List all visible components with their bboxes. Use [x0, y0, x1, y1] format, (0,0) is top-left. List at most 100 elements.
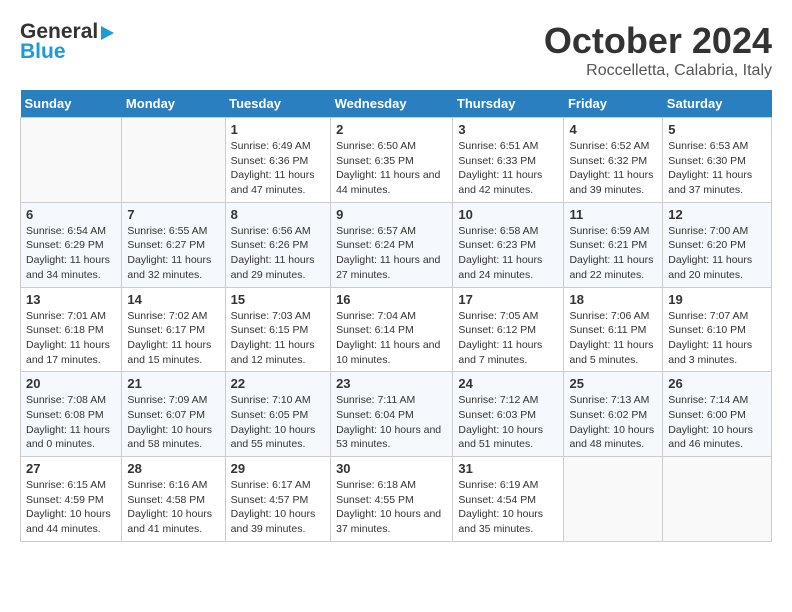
table-row: 1Sunrise: 6:49 AM Sunset: 6:36 PM Daylig…	[225, 118, 330, 203]
day-number: 11	[569, 207, 657, 222]
day-number: 2	[336, 122, 447, 137]
col-monday: Monday	[122, 90, 225, 118]
table-row	[122, 118, 225, 203]
table-row: 26 Sunrise: 7:14 AM Sunset: 6:00 PM Dayli…	[663, 372, 772, 457]
day-info: Sunrise: 7:09 AM Sunset: 6:07 PM Dayligh…	[127, 393, 219, 452]
col-wednesday: Wednesday	[331, 90, 453, 118]
month-title: October 2024	[544, 20, 772, 62]
day-info: Sunrise: 7:12 AM Sunset: 6:03 PM Dayligh…	[458, 393, 558, 452]
day-number: 26	[668, 376, 766, 391]
day-info: Sunrise: 7:00 AM Sunset: 6:20 PM Dayligh…	[668, 224, 766, 283]
table-row: 13Sunrise: 7:01 AM Sunset: 6:18 PM Dayli…	[21, 287, 122, 372]
location: Roccelletta, Calabria, Italy	[544, 62, 772, 80]
day-number: 22	[231, 376, 325, 391]
table-row: 23 Sunrise: 7:11 AM Sunset: 6:04 PM Dayli…	[331, 372, 453, 457]
col-sunday: Sunday	[21, 90, 122, 118]
table-row: 28 Sunrise: 6:16 AM Sunset: 4:58 PM Dayli…	[122, 457, 225, 542]
day-info: Sunrise: 7:05 AM Sunset: 6:12 PM Dayligh…	[458, 309, 558, 368]
table-row: 27 Sunrise: 6:15 AM Sunset: 4:59 PM Dayli…	[21, 457, 122, 542]
day-info: Sunrise: 7:06 AM Sunset: 6:11 PM Dayligh…	[569, 309, 657, 368]
day-info: Sunrise: 6:50 AM Sunset: 6:35 PM Dayligh…	[336, 139, 447, 198]
table-row	[21, 118, 122, 203]
day-info: Sunrise: 6:58 AM Sunset: 6:23 PM Dayligh…	[458, 224, 558, 283]
day-number: 31	[458, 461, 558, 476]
calendar-week-row: 13Sunrise: 7:01 AM Sunset: 6:18 PM Dayli…	[21, 287, 772, 372]
table-row: 18Sunrise: 7:06 AM Sunset: 6:11 PM Dayli…	[564, 287, 663, 372]
day-info: Sunrise: 6:56 AM Sunset: 6:26 PM Dayligh…	[231, 224, 325, 283]
day-number: 10	[458, 207, 558, 222]
calendar-header-row: Sunday Monday Tuesday Wednesday Thursday…	[21, 90, 772, 118]
day-number: 17	[458, 292, 558, 307]
day-number: 9	[336, 207, 447, 222]
table-row: 29 Sunrise: 6:17 AM Sunset: 4:57 PM Dayli…	[225, 457, 330, 542]
table-row: 2 Sunrise: 6:50 AM Sunset: 6:35 PM Daylig…	[331, 118, 453, 203]
day-number: 20	[26, 376, 116, 391]
page-header: General Blue October 2024 Roccelletta, C…	[20, 20, 772, 80]
day-info: Sunrise: 6:53 AM Sunset: 6:30 PM Dayligh…	[668, 139, 766, 198]
logo: General Blue	[20, 20, 114, 64]
day-number: 29	[231, 461, 325, 476]
day-info: Sunrise: 7:04 AM Sunset: 6:14 PM Dayligh…	[336, 309, 447, 368]
table-row	[663, 457, 772, 542]
day-number: 12	[668, 207, 766, 222]
table-row: 15Sunrise: 7:03 AM Sunset: 6:15 PM Dayli…	[225, 287, 330, 372]
day-info: Sunrise: 6:19 AM Sunset: 4:54 PM Dayligh…	[458, 478, 558, 537]
day-info: Sunrise: 6:17 AM Sunset: 4:57 PM Dayligh…	[231, 478, 325, 537]
logo-arrow-icon	[101, 26, 114, 40]
day-number: 15	[231, 292, 325, 307]
table-row: 5 Sunrise: 6:53 AM Sunset: 6:30 PM Daylig…	[663, 118, 772, 203]
day-info: Sunrise: 6:55 AM Sunset: 6:27 PM Dayligh…	[127, 224, 219, 283]
table-row: 12 Sunrise: 7:00 AM Sunset: 6:20 PM Dayli…	[663, 202, 772, 287]
day-number: 6	[26, 207, 116, 222]
table-row: 6Sunrise: 6:54 AM Sunset: 6:29 PM Daylig…	[21, 202, 122, 287]
col-saturday: Saturday	[663, 90, 772, 118]
logo-blue: Blue	[20, 40, 66, 64]
col-tuesday: Tuesday	[225, 90, 330, 118]
day-number: 5	[668, 122, 766, 137]
calendar-week-row: 27 Sunrise: 6:15 AM Sunset: 4:59 PM Dayli…	[21, 457, 772, 542]
day-number: 3	[458, 122, 558, 137]
table-row: 14Sunrise: 7:02 AM Sunset: 6:17 PM Dayli…	[122, 287, 225, 372]
day-number: 1	[231, 122, 325, 137]
table-row: 19 Sunrise: 7:07 AM Sunset: 6:10 PM Dayli…	[663, 287, 772, 372]
calendar-week-row: 6Sunrise: 6:54 AM Sunset: 6:29 PM Daylig…	[21, 202, 772, 287]
table-row: 31 Sunrise: 6:19 AM Sunset: 4:54 PM Dayli…	[453, 457, 564, 542]
day-info: Sunrise: 7:10 AM Sunset: 6:05 PM Dayligh…	[231, 393, 325, 452]
calendar-table: Sunday Monday Tuesday Wednesday Thursday…	[20, 90, 772, 542]
day-number: 28	[127, 461, 219, 476]
day-info: Sunrise: 7:14 AM Sunset: 6:00 PM Dayligh…	[668, 393, 766, 452]
title-section: October 2024 Roccelletta, Calabria, Ital…	[544, 20, 772, 80]
day-number: 16	[336, 292, 447, 307]
table-row: 4 Sunrise: 6:52 AM Sunset: 6:32 PM Daylig…	[564, 118, 663, 203]
day-number: 4	[569, 122, 657, 137]
day-info: Sunrise: 7:13 AM Sunset: 6:02 PM Dayligh…	[569, 393, 657, 452]
day-number: 21	[127, 376, 219, 391]
table-row: 9 Sunrise: 6:57 AM Sunset: 6:24 PM Daylig…	[331, 202, 453, 287]
table-row: 8 Sunrise: 6:56 AM Sunset: 6:26 PM Daylig…	[225, 202, 330, 287]
day-number: 27	[26, 461, 116, 476]
table-row: 11Sunrise: 6:59 AM Sunset: 6:21 PM Dayli…	[564, 202, 663, 287]
day-number: 25	[569, 376, 657, 391]
table-row: 25 Sunrise: 7:13 AM Sunset: 6:02 PM Dayli…	[564, 372, 663, 457]
table-row: 3 Sunrise: 6:51 AM Sunset: 6:33 PM Daylig…	[453, 118, 564, 203]
day-number: 30	[336, 461, 447, 476]
table-row: 21 Sunrise: 7:09 AM Sunset: 6:07 PM Dayli…	[122, 372, 225, 457]
day-info: Sunrise: 7:07 AM Sunset: 6:10 PM Dayligh…	[668, 309, 766, 368]
calendar-week-row: 20Sunrise: 7:08 AM Sunset: 6:08 PM Dayli…	[21, 372, 772, 457]
col-thursday: Thursday	[453, 90, 564, 118]
day-info: Sunrise: 6:57 AM Sunset: 6:24 PM Dayligh…	[336, 224, 447, 283]
day-number: 19	[668, 292, 766, 307]
calendar-week-row: 1Sunrise: 6:49 AM Sunset: 6:36 PM Daylig…	[21, 118, 772, 203]
day-info: Sunrise: 7:11 AM Sunset: 6:04 PM Dayligh…	[336, 393, 447, 452]
day-info: Sunrise: 6:16 AM Sunset: 4:58 PM Dayligh…	[127, 478, 219, 537]
day-info: Sunrise: 6:18 AM Sunset: 4:55 PM Dayligh…	[336, 478, 447, 537]
day-info: Sunrise: 6:52 AM Sunset: 6:32 PM Dayligh…	[569, 139, 657, 198]
day-info: Sunrise: 6:51 AM Sunset: 6:33 PM Dayligh…	[458, 139, 558, 198]
table-row	[564, 457, 663, 542]
table-row: 22 Sunrise: 7:10 AM Sunset: 6:05 PM Dayli…	[225, 372, 330, 457]
day-number: 13	[26, 292, 116, 307]
table-row: 30 Sunrise: 6:18 AM Sunset: 4:55 PM Dayli…	[331, 457, 453, 542]
day-number: 23	[336, 376, 447, 391]
day-info: Sunrise: 6:15 AM Sunset: 4:59 PM Dayligh…	[26, 478, 116, 537]
day-number: 8	[231, 207, 325, 222]
